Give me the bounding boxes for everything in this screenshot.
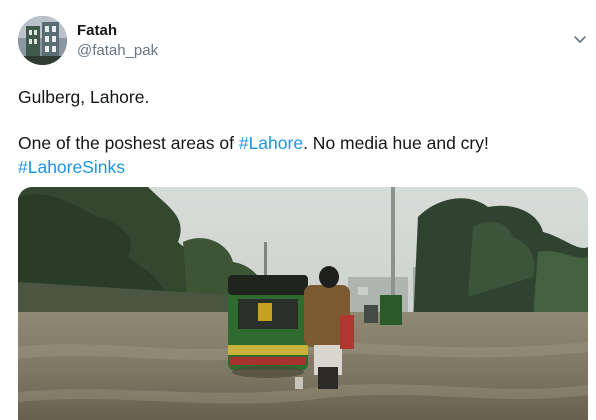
tweet-text: . No media hue and cry! (303, 133, 489, 153)
hashtag-link[interactable]: #Lahore (239, 133, 303, 153)
avatar[interactable] (18, 16, 67, 65)
tweet-text-line: One of the poshest areas of #Lahore. No … (18, 132, 578, 154)
author-name[interactable]: Fatah (77, 22, 117, 40)
tweet-text-line: #LahoreSinks (18, 156, 578, 178)
tweet-card: Fatah @fatah_pak Gulberg, Lahore. One of… (0, 0, 596, 420)
tweet-text-line: Gulberg, Lahore. (18, 87, 150, 107)
media-video[interactable] (18, 187, 588, 420)
author-handle[interactable]: @fatah_pak (77, 42, 158, 60)
hashtag-link[interactable]: #LahoreSinks (18, 157, 125, 177)
chevron-down-icon[interactable] (571, 33, 589, 47)
tweet-text: One of the poshest areas of (18, 133, 239, 153)
flooded-street-image (18, 187, 588, 420)
